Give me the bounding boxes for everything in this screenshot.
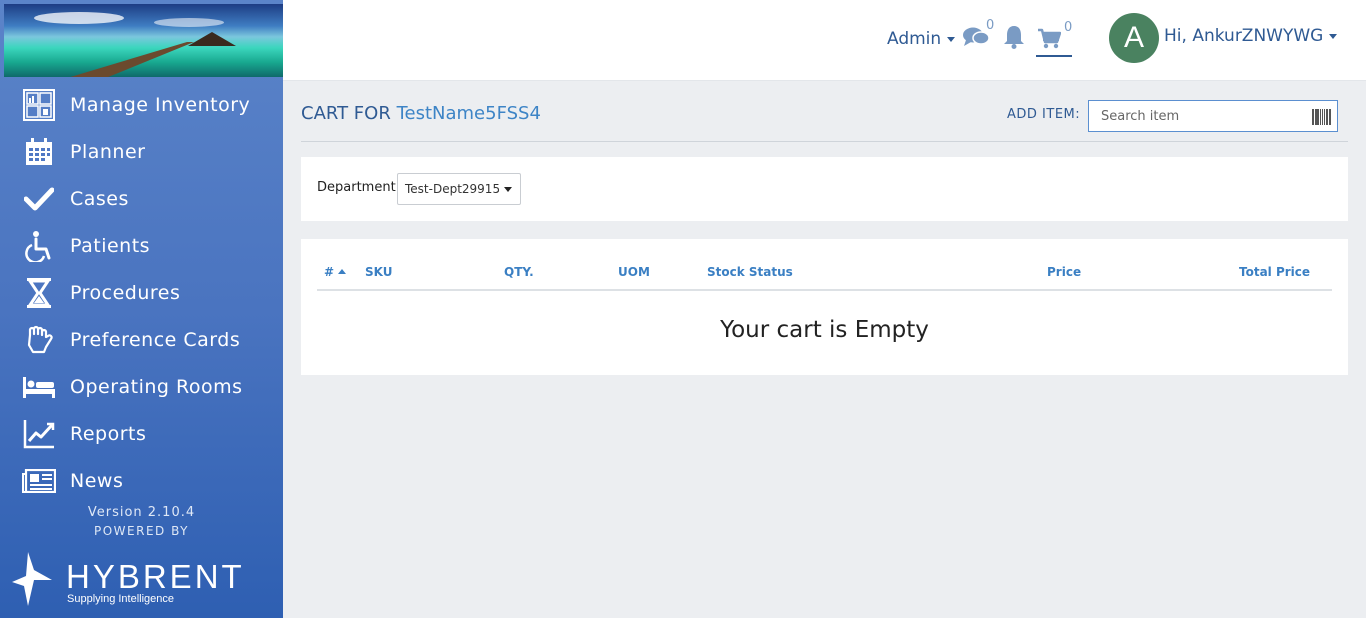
column-header-stock-status[interactable]: Stock Status xyxy=(707,265,793,279)
version-text: Version 2.10.4 xyxy=(87,505,196,520)
column-header-sku[interactable]: SKU xyxy=(365,265,392,279)
cart-count-badge: 0 xyxy=(1064,20,1073,35)
chevron-down-icon xyxy=(504,187,512,192)
banner-image xyxy=(4,4,283,77)
barcode-icon[interactable] xyxy=(1312,109,1331,125)
department-panel: Department Test-Dept29915 xyxy=(301,157,1348,221)
sidebar-item-manage-inventory[interactable]: Manage Inventory xyxy=(0,81,283,128)
avatar[interactable]: A xyxy=(1109,13,1159,63)
line-chart-icon xyxy=(22,417,56,451)
sidebar-item-label: Procedures xyxy=(70,281,181,304)
wheelchair-icon xyxy=(22,229,56,263)
sort-ascending-icon xyxy=(338,269,347,274)
department-select[interactable]: Test-Dept29915 xyxy=(397,173,521,205)
column-header-price[interactable]: Price xyxy=(1047,265,1081,279)
page-title-name[interactable]: TestName5FSS4 xyxy=(397,103,541,124)
page-title: CART FOR TestName5FSS4 xyxy=(301,103,541,124)
calendar-icon xyxy=(22,135,56,169)
user-greeting: Hi, AnkurZNWYWG xyxy=(1164,26,1324,46)
hybrent-logo-icon xyxy=(12,552,52,606)
sidebar-item-planner[interactable]: Planner xyxy=(0,128,283,175)
checkmark-icon xyxy=(22,182,56,216)
sidebar-item-news[interactable]: News xyxy=(0,457,283,504)
sidebar-item-label: Reports xyxy=(70,422,147,445)
shopping-cart-icon xyxy=(1038,28,1062,49)
sidebar-item-reports[interactable]: Reports xyxy=(0,410,283,457)
messages-count-badge: 0 xyxy=(986,18,995,33)
page-title-prefix: CART FOR xyxy=(301,103,391,124)
inventory-icon xyxy=(22,88,56,122)
title-divider xyxy=(301,141,1348,142)
brand-tagline: Supplying Intelligence xyxy=(67,593,175,605)
user-dropdown[interactable]: Hi, AnkurZNWYWG xyxy=(1164,26,1338,46)
brand-name: HYBRENT xyxy=(66,558,245,595)
admin-dropdown[interactable]: Admin xyxy=(887,29,956,49)
empty-cart-message: Your cart is Empty xyxy=(720,317,929,343)
column-header-number[interactable]: # xyxy=(324,265,347,279)
newspaper-icon xyxy=(22,464,56,498)
sidebar: Manage Inventory Planner Cases Patients … xyxy=(0,0,283,618)
admin-label: Admin xyxy=(887,29,942,49)
search-input[interactable] xyxy=(1101,108,1301,124)
column-header-uom[interactable]: UOM xyxy=(618,265,650,279)
sidebar-item-label: News xyxy=(70,469,124,492)
sidebar-item-operating-rooms[interactable]: Operating Rooms xyxy=(0,363,283,410)
sidebar-item-cases[interactable]: Cases xyxy=(0,175,283,222)
sidebar-item-label: Operating Rooms xyxy=(70,375,243,398)
sidebar-item-label: Patients xyxy=(70,234,151,257)
powered-by-text: POWERED BY xyxy=(93,524,189,538)
sidebar-item-label: Preference Cards xyxy=(70,328,241,351)
cart-button[interactable] xyxy=(1037,28,1062,54)
cart-table: # SKU QTY. UOM Stock Status Price Total … xyxy=(301,239,1348,375)
sidebar-item-label: Manage Inventory xyxy=(70,93,251,116)
bell-icon xyxy=(1004,26,1024,49)
cart-active-indicator xyxy=(1036,55,1072,57)
hourglass-icon xyxy=(22,276,56,310)
sidebar-item-label: Planner xyxy=(70,140,146,163)
top-header: Admin 0 0 A Hi, AnkurZNWYWG xyxy=(283,0,1366,81)
chevron-down-icon xyxy=(1329,33,1338,39)
chevron-down-icon xyxy=(947,36,956,42)
sidebar-item-patients[interactable]: Patients xyxy=(0,222,283,269)
table-header-divider xyxy=(317,289,1332,291)
sidebar-item-procedures[interactable]: Procedures xyxy=(0,269,283,316)
bed-icon xyxy=(22,370,56,404)
notifications-button[interactable] xyxy=(1003,25,1025,53)
sidebar-nav: Manage Inventory Planner Cases Patients … xyxy=(0,81,283,504)
column-header-qty[interactable]: QTY. xyxy=(504,265,534,279)
department-value: Test-Dept29915 xyxy=(405,182,501,196)
search-item-field[interactable] xyxy=(1088,100,1338,132)
add-item-label: ADD ITEM: xyxy=(1007,107,1081,122)
department-label: Department xyxy=(317,180,396,195)
sidebar-item-preference-cards[interactable]: Preference Cards xyxy=(0,316,283,363)
sidebar-item-label: Cases xyxy=(70,187,129,210)
column-header-total-price[interactable]: Total Price xyxy=(1239,265,1310,279)
glove-icon xyxy=(22,323,56,357)
